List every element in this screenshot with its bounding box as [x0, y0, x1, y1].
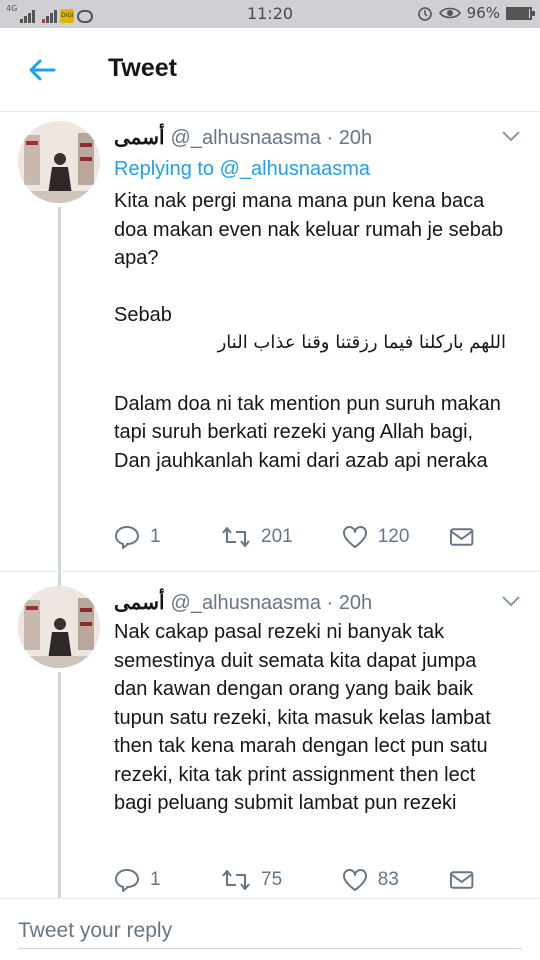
like-count: 83 [377, 869, 399, 890]
avatar[interactable] [18, 586, 100, 668]
tweet-text: Kita nak pergi mana mana pun kena baca d… [114, 187, 514, 475]
battery-icon [506, 6, 535, 20]
back-arrow-icon[interactable] [26, 54, 58, 86]
thread-line [58, 672, 61, 898]
display-name[interactable]: أسمى [114, 127, 165, 149]
handle[interactable]: @_alhusnaasma [171, 592, 321, 614]
retweet-icon [222, 527, 250, 547]
retweet-count: 75 [261, 869, 283, 890]
alarm-icon [417, 7, 432, 21]
like-button[interactable]: 120 [342, 525, 449, 549]
display-name[interactable]: أسمى [114, 592, 165, 614]
status-bar: 4G DiGi 11:20 96% [0, 0, 540, 28]
tweet-paragraph: Nak cakap pasal rezeki ni banyak tak sem… [114, 621, 491, 814]
tweet-paragraph: Dalam doa ni tak mention pun suruh makan… [114, 392, 501, 472]
replying-prefix: Replying to [114, 158, 215, 180]
reply-bar [0, 898, 540, 960]
page-title: Tweet [108, 54, 177, 82]
timestamp: · 20h [326, 127, 373, 149]
avatar-photo [18, 121, 100, 203]
chevron-down-icon[interactable] [500, 594, 522, 608]
retweet-icon [222, 870, 250, 890]
reply-count: 1 [150, 526, 161, 547]
handle[interactable]: @_alhusnaasma [171, 127, 321, 149]
tweet-header: أسمى @_alhusnaasma · 20h [114, 125, 372, 150]
replying-handle[interactable]: @_alhusnaasma [220, 158, 370, 180]
reply-button[interactable]: 1 [114, 868, 221, 892]
tweet-paragraph: Sebab [114, 303, 172, 326]
retweet-button[interactable]: 201 [221, 526, 342, 548]
arabic-prayer: اللهم باركلنا فيما رزقتنا وقنا عذاب النا… [217, 332, 506, 353]
reply-button[interactable]: 1 [114, 525, 221, 549]
tweet-actions: 1 75 83 [114, 865, 474, 895]
heart-icon [342, 869, 367, 891]
reply-count: 1 [150, 869, 161, 890]
retweet-button[interactable]: 75 [221, 869, 342, 891]
tweet-1[interactable]: أسمى @_alhusnaasma · 20h Replying to @_al… [0, 113, 540, 587]
tweet-paragraph: Kita nak pergi mana mana pun kena baca d… [114, 190, 504, 269]
chevron-down-icon[interactable] [500, 129, 522, 143]
reply-icon [115, 869, 139, 892]
reply-icon [115, 526, 139, 549]
timestamp: · 20h [326, 592, 373, 614]
heart-icon [342, 526, 367, 548]
eye-icon [438, 7, 461, 19]
avatar-photo [18, 586, 100, 668]
tweet-text: Nak cakap pasal rezeki ni banyak tak sem… [114, 618, 514, 818]
tweet-header: أسمى @_alhusnaasma · 20h [114, 590, 372, 615]
status-right-icons: 96% [417, 4, 535, 22]
like-count: 120 [377, 526, 410, 547]
retweet-count: 201 [261, 526, 293, 547]
battery-percent: 96% [466, 4, 500, 22]
top-app-bar: Tweet [0, 28, 540, 112]
replying-to: Replying to @_alhusnaasma [114, 158, 370, 181]
like-button[interactable]: 83 [342, 868, 449, 892]
avatar[interactable] [18, 121, 100, 203]
tweet-2[interactable]: أسمى @_alhusnaasma · 20h Nak cakap pasal … [0, 572, 540, 898]
reply-input[interactable] [18, 913, 522, 949]
direct-message-icon[interactable] [449, 527, 474, 547]
tweet-actions: 1 201 120 [114, 522, 474, 552]
thread-line [58, 207, 61, 587]
direct-message-icon[interactable] [449, 870, 474, 890]
